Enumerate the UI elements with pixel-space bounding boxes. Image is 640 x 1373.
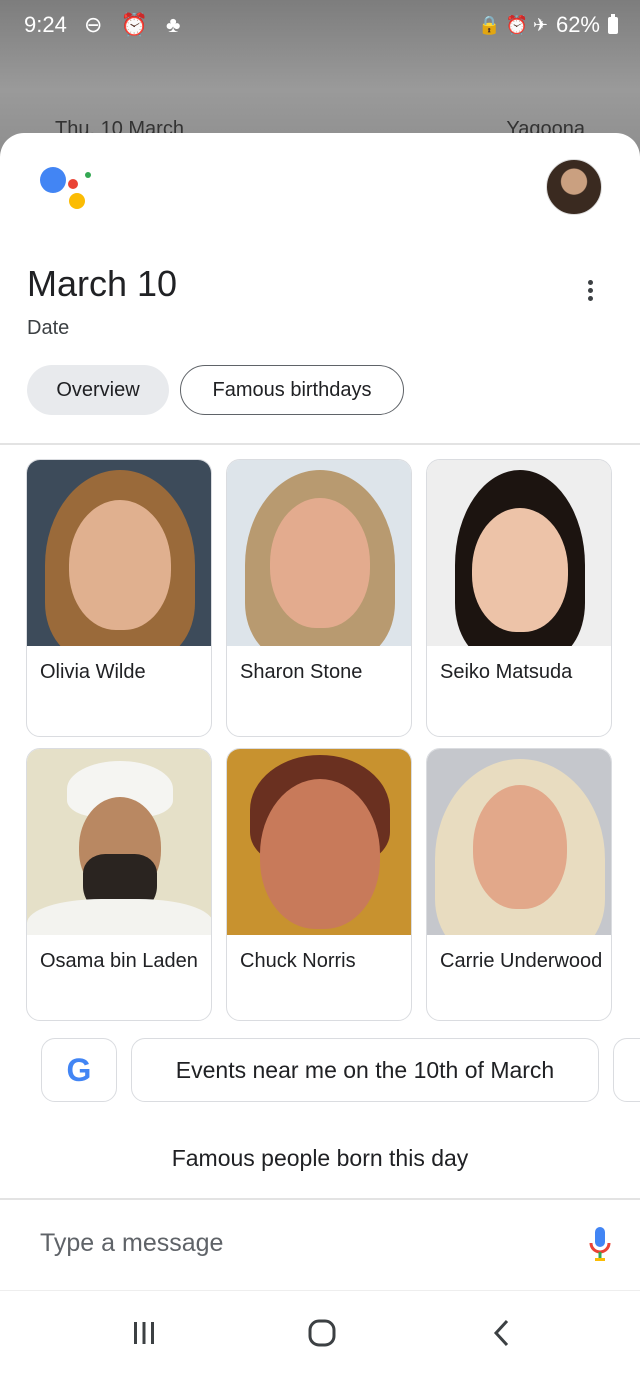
google-search-chip[interactable]: G	[41, 1038, 117, 1102]
google-assistant-logo-icon	[40, 163, 100, 213]
status-right-icons: 🔒 ⏰ ✈	[478, 14, 548, 35]
person-name: Carrie Underwood	[440, 950, 603, 972]
suggestion-chip-partial[interactable]	[613, 1038, 640, 1102]
google-g-icon: G	[66, 1051, 92, 1088]
back-icon	[493, 1319, 509, 1347]
recents-button[interactable]	[124, 1315, 164, 1351]
person-photo	[427, 749, 611, 935]
divider	[0, 1198, 640, 1200]
divider	[0, 443, 640, 445]
person-card[interactable]: Chuck Norris	[226, 748, 412, 1021]
page-subtitle: Date	[27, 317, 70, 339]
page-title: March 10	[27, 263, 178, 304]
status-time: 9:24	[24, 12, 67, 37]
tab-overview[interactable]: Overview	[27, 365, 169, 415]
recents-icon	[134, 1322, 154, 1344]
assistant-sheet: March 10 Date Overview Famous birthdays …	[0, 133, 640, 1372]
person-name: Olivia Wilde	[40, 661, 146, 683]
person-photo	[227, 460, 411, 646]
status-right: 🔒 ⏰ ✈ 62%	[478, 12, 618, 38]
person-card[interactable]: Seiko Matsuda	[426, 459, 612, 737]
microphone-icon[interactable]	[586, 1225, 614, 1265]
person-photo	[427, 460, 611, 646]
person-name: Sharon Stone	[240, 661, 363, 683]
person-photo	[227, 749, 411, 935]
person-card[interactable]: Sharon Stone	[226, 459, 412, 737]
status-bar: 9:24 ⊖ ⏰ ♣ 🔒 ⏰ ✈ 62%	[0, 0, 640, 52]
person-photo	[27, 460, 211, 646]
home-icon	[308, 1319, 336, 1347]
person-name: Chuck Norris	[240, 950, 356, 972]
tab-famous-birthdays[interactable]: Famous birthdays	[180, 365, 404, 415]
back-button[interactable]	[482, 1315, 522, 1351]
person-card[interactable]: Carrie Underwood	[426, 748, 612, 1021]
famous-people-suggestion[interactable]: Famous people born this day	[0, 1145, 640, 1172]
person-card[interactable]: Olivia Wilde	[26, 459, 212, 737]
battery-icon	[608, 13, 618, 34]
person-name: Osama bin Laden	[40, 950, 198, 972]
status-left-icons: ⊖ ⏰ ♣	[84, 12, 187, 37]
suggestion-events-chip[interactable]: Events near me on the 10th of March	[131, 1038, 599, 1102]
person-photo	[27, 749, 211, 935]
account-avatar[interactable]	[546, 159, 602, 215]
battery-percent: 62%	[555, 12, 600, 37]
home-button[interactable]	[302, 1315, 342, 1351]
person-name: Seiko Matsuda	[440, 661, 573, 683]
person-card[interactable]: Osama bin Laden	[26, 748, 212, 1021]
system-navigation-bar	[0, 1290, 640, 1373]
message-input[interactable]: Type a message	[40, 1229, 540, 1258]
more-options-icon[interactable]	[580, 277, 600, 307]
